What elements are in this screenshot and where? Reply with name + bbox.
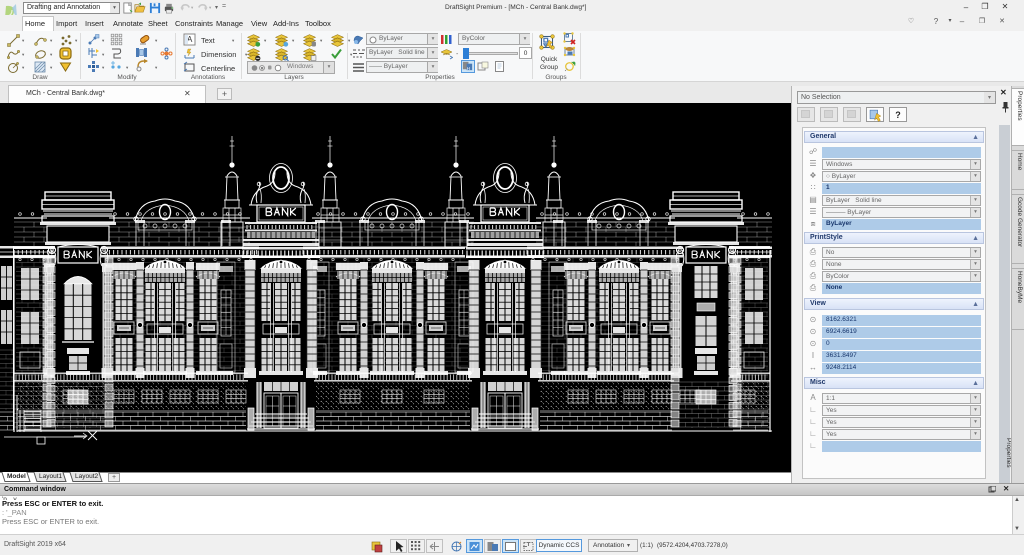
svg-text:H: H (467, 66, 470, 71)
